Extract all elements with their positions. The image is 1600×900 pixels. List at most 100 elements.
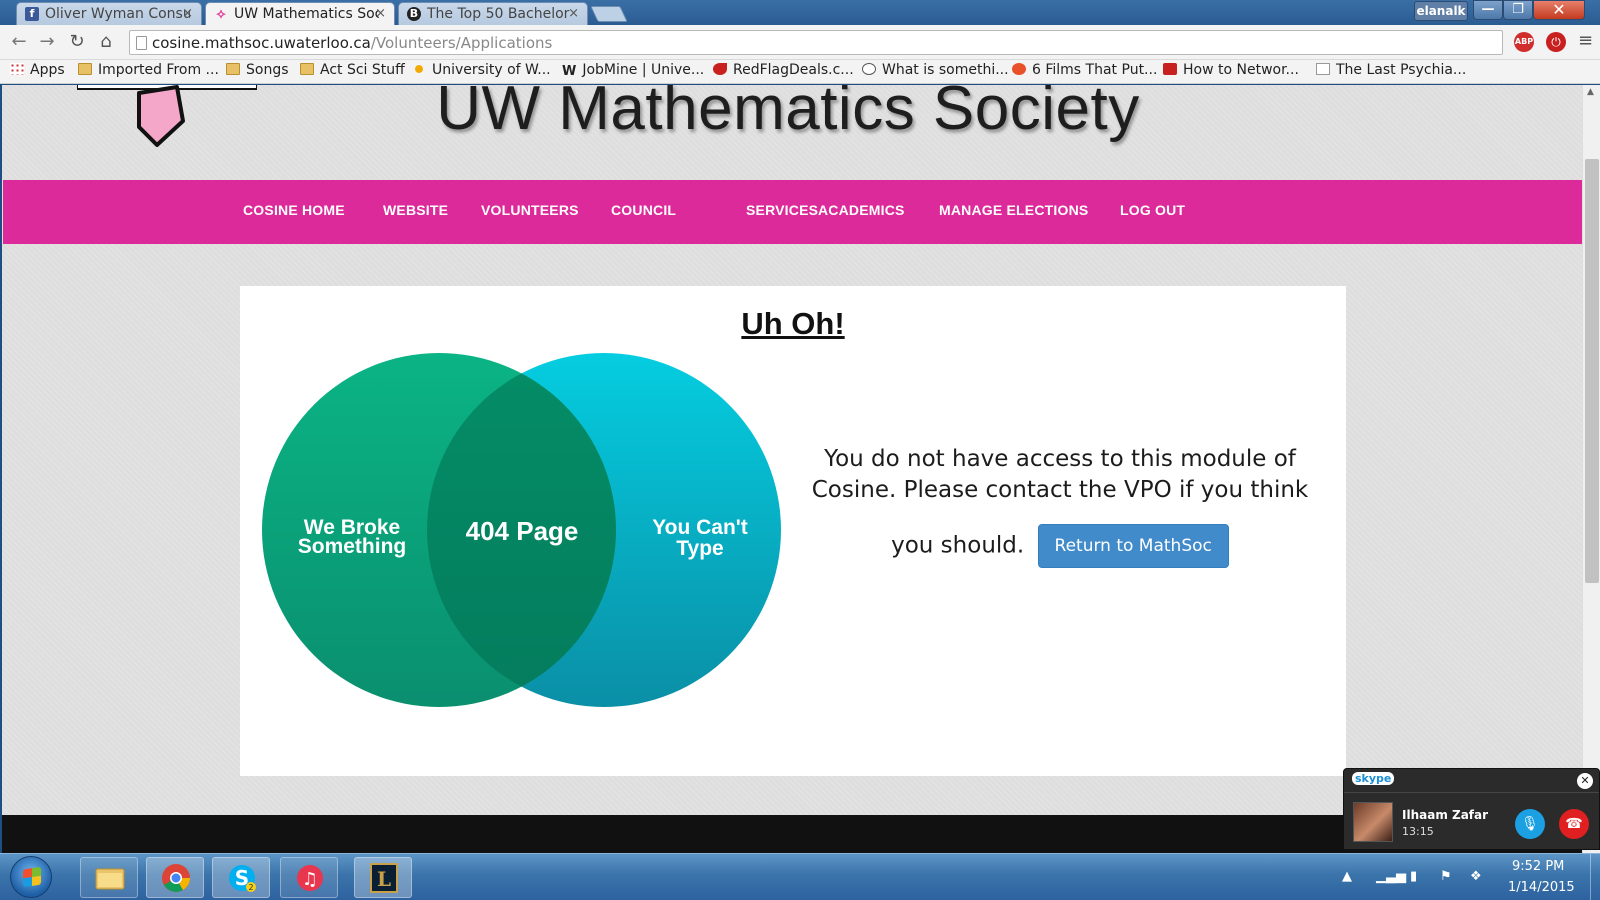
bookmark-what-is-something[interactable]: What is somethi...: [862, 62, 1009, 78]
return-to-mathsoc-button[interactable]: Return to MathSoc: [1037, 524, 1229, 568]
message-line-2-row: you should. Return to MathSoc: [800, 524, 1320, 568]
bookmark-apps[interactable]: Apps: [10, 62, 65, 78]
battery-icon[interactable]: ▮: [1410, 869, 1417, 884]
nav-manage-elections[interactable]: MANAGE ELECTIONS: [939, 202, 1088, 218]
skype-icon: S 2: [229, 865, 256, 892]
nav-cosine-home[interactable]: COSINE HOME: [243, 202, 345, 218]
chrome-icon: [162, 864, 190, 892]
taskbar-chrome[interactable]: [146, 857, 204, 898]
start-button[interactable]: [10, 856, 52, 898]
show-hidden-icons-chevron-icon[interactable]: ▲: [1342, 869, 1352, 884]
dropbox-icon[interactable]: ❖: [1470, 869, 1482, 884]
window-close-button[interactable]: ✕: [1533, 0, 1585, 20]
nav-website[interactable]: WEBSITE: [383, 202, 448, 218]
close-icon[interactable]: ×: [375, 6, 386, 21]
league-of-legends-icon: L: [370, 863, 398, 893]
bookmark-label: Act Sci Stuff: [320, 62, 405, 78]
tab-oliver-wyman[interactable]: f Oliver Wyman Consu ×: [16, 2, 202, 25]
bookmark-label: Apps: [30, 62, 65, 78]
bookmark-label: RedFlagDeals.c...: [733, 62, 854, 78]
tab-title: UW Mathematics Soc: [234, 6, 379, 22]
venn-diagram-404: We Broke Something 404 Page You Can't Ty…: [262, 353, 781, 707]
site-title-text: UW Mathematics Society: [436, 85, 1140, 143]
taskbar-file-explorer[interactable]: [80, 857, 138, 898]
bookmark-how-to-network[interactable]: How to Networ...: [1163, 62, 1299, 78]
url-host: cosine.mathsoc.uwaterloo.ca: [152, 34, 371, 52]
reload-icon[interactable]: ↻: [66, 31, 88, 53]
b-circle-icon: B: [407, 7, 421, 21]
venn-center-label: 404 Page: [466, 516, 579, 546]
new-tab-button[interactable]: [590, 6, 628, 22]
uwaterloo-icon: [412, 63, 426, 75]
clock-time[interactable]: 9:52 PM: [1512, 859, 1564, 874]
tab-title: Oliver Wyman Consu: [45, 6, 190, 22]
taskbar-league-of-legends[interactable]: L: [354, 857, 412, 898]
nav-academics[interactable]: ACADEMICS: [818, 202, 905, 218]
scrollbar-thumb[interactable]: [1585, 159, 1599, 583]
forward-arrow-icon[interactable]: →: [36, 31, 58, 53]
tab-uw-mathematics-society[interactable]: ⟡ UW Mathematics Soc ×: [205, 2, 395, 25]
microphone-icon[interactable]: 🎙︎: [1515, 809, 1545, 839]
show-desktop-button[interactable]: [1590, 854, 1600, 900]
system-tray: ▲ ▁▃▅ ▮ ⚑ ❖ 9:52 PM 1/14/2015: [1342, 854, 1600, 900]
close-icon[interactable]: ×: [568, 6, 579, 21]
skype-badge-count: 2: [248, 883, 253, 892]
tab-top-50-bachelor[interactable]: B The Top 50 Bachelor ×: [398, 2, 588, 25]
w-letter-icon: W: [562, 64, 577, 79]
power-extension-icon[interactable]: ⏻: [1546, 32, 1566, 52]
back-arrow-icon[interactable]: ←: [8, 31, 30, 53]
bookmark-label: JobMine | Unive...: [582, 62, 705, 78]
windows-taskbar: S 2 ♫ L ▲ ▁▃▅ ▮ ⚑ ❖ 9:52 PM 1/14/2015: [0, 853, 1600, 900]
nav-services[interactable]: SERVICES: [746, 202, 818, 218]
bookmark-songs[interactable]: Songs: [226, 62, 289, 78]
venn-right-label-line1: You Can't: [652, 516, 748, 539]
maximize-button[interactable]: ❐: [1503, 0, 1533, 20]
avatar: [1353, 802, 1393, 842]
url-path: /Volunteers/Applications: [370, 34, 553, 52]
nav-council[interactable]: COUNCIL: [611, 202, 676, 218]
bookmark-label: The Last Psychia...: [1336, 62, 1467, 78]
reddit-icon: [862, 63, 876, 75]
nav-volunteers[interactable]: VOLUNTEERS: [481, 202, 579, 218]
venn-left-label-line2: Something: [298, 535, 407, 558]
bookmark-university-of-waterloo[interactable]: University of W...: [412, 62, 551, 78]
clock-date[interactable]: 1/14/2015: [1508, 880, 1575, 895]
bookmark-redflagdeals[interactable]: RedFlagDeals.c...: [713, 62, 854, 78]
facebook-icon: f: [25, 7, 39, 21]
redflagdeals-icon: [713, 63, 727, 75]
taskbar-skype[interactable]: S 2: [212, 857, 270, 898]
close-icon[interactable]: ×: [182, 6, 193, 21]
skype-panel-header: skype ✕: [1344, 769, 1599, 793]
adblock-plus-icon[interactable]: ABP: [1514, 32, 1534, 52]
folder-icon: [300, 63, 314, 75]
address-bar[interactable]: cosine.mathsoc.uwaterloo.ca/Volunteers/A…: [129, 30, 1503, 55]
action-center-flag-icon[interactable]: ⚑: [1440, 869, 1452, 884]
access-denied-message: You do not have access to this module of…: [800, 444, 1320, 568]
mathsoc-pink-tie-icon: ⟡: [216, 6, 226, 22]
venn-right-label-line2: Type: [676, 537, 723, 560]
bookmark-6-films[interactable]: 6 Films That Put...: [1012, 62, 1157, 78]
scroll-up-arrow-icon[interactable]: ▲: [1587, 87, 1594, 97]
network-signal-icon[interactable]: ▁▃▅: [1376, 869, 1406, 884]
minimize-button[interactable]: —: [1473, 0, 1503, 20]
nav-log-out[interactable]: LOG OUT: [1120, 202, 1185, 218]
hamburger-menu-icon[interactable]: ≡: [1578, 30, 1593, 51]
bookmark-label: 6 Films That Put...: [1032, 62, 1158, 78]
skype-call-panel: skype ✕ Ilhaam Zafar 13:15 🎙︎ ☎︎: [1343, 768, 1600, 850]
bookmark-imported-from[interactable]: Imported From ...: [78, 62, 219, 78]
bookmark-act-sci-stuff[interactable]: Act Sci Stuff: [300, 62, 405, 78]
skype-logo: skype: [1352, 772, 1395, 785]
bookmark-label: What is somethi...: [882, 62, 1009, 78]
profile-username-badge[interactable]: elanalk: [1414, 1, 1468, 21]
hang-up-icon[interactable]: ☎︎: [1559, 809, 1589, 839]
page-scrollbar[interactable]: ▲: [1582, 85, 1600, 853]
bookmark-the-last-psychiatrist[interactable]: The Last Psychia...: [1316, 62, 1466, 78]
taskbar-itunes[interactable]: ♫: [280, 857, 338, 898]
message-line-1: You do not have access to this module of…: [811, 446, 1309, 503]
close-icon[interactable]: ✕: [1577, 773, 1593, 789]
home-icon[interactable]: ⌂: [95, 31, 117, 53]
message-line-2: you should.: [891, 532, 1025, 559]
bookmark-jobmine[interactable]: W JobMine | Unive...: [562, 62, 704, 79]
tab-title: The Top 50 Bachelor: [427, 6, 570, 22]
page-icon: [136, 36, 147, 50]
